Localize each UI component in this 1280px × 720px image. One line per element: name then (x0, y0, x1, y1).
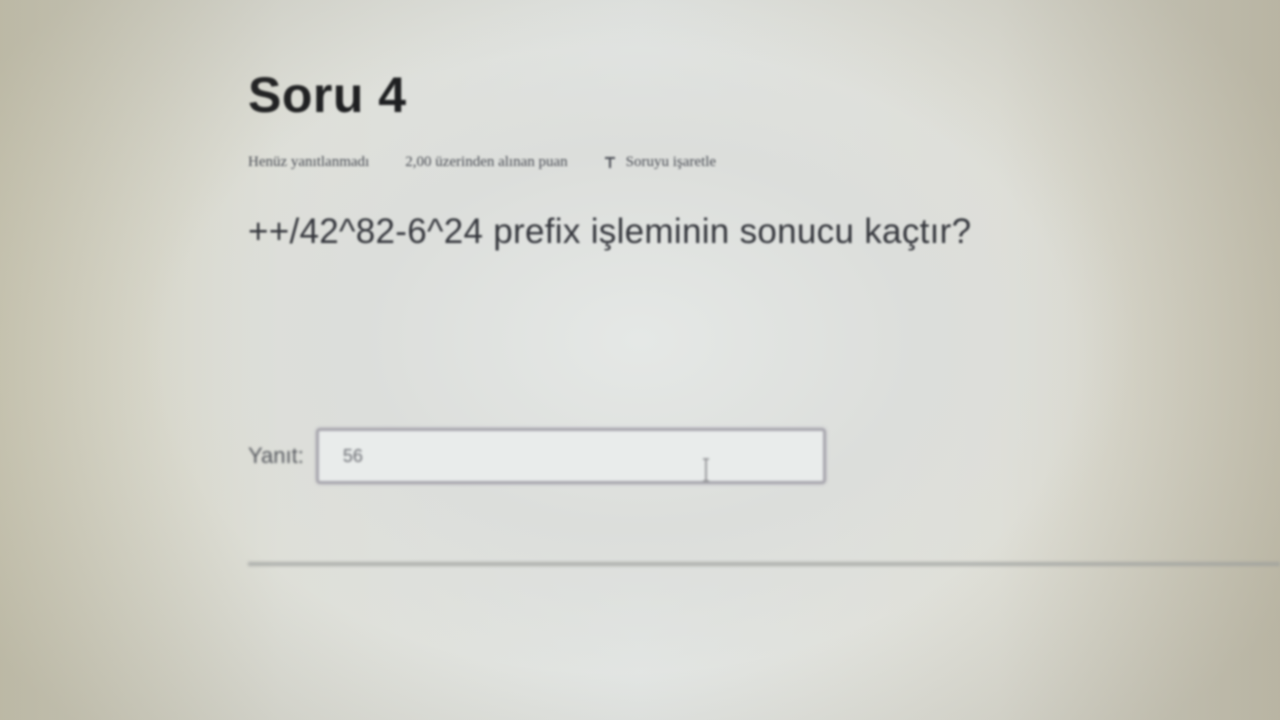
question-info-bar: Henüz yanıtlanmadı 2,00 üzerinden alınan… (248, 150, 1278, 174)
answer-field-wrapper (315, 428, 826, 484)
flag-question-link[interactable]: Soruyu işaretle (604, 154, 716, 171)
text-cursor-icon (702, 458, 709, 482)
answer-row: Yanıt: (248, 428, 826, 484)
question-title: Soru 4 (248, 67, 407, 123)
question-status: Henüz yanıtlanmadı (248, 153, 370, 170)
answer-input[interactable] (315, 428, 826, 484)
quiz-page: Soru 4 Henüz yanıtlanmadı 2,00 üzerinden… (0, 0, 1280, 720)
question-block: Soru 4 Henüz yanıtlanmadı 2,00 üzerinden… (248, 60, 1278, 254)
section-divider (248, 562, 1280, 566)
question-text: ++/42^82-6^24 prefix işleminin sonucu ka… (248, 212, 972, 251)
answer-label: Yanıt: (248, 443, 304, 468)
flag-icon (604, 155, 616, 169)
question-grade-info: 2,00 üzerinden alınan puan (405, 153, 568, 170)
flag-question-label: Soruyu işaretle (625, 153, 717, 170)
